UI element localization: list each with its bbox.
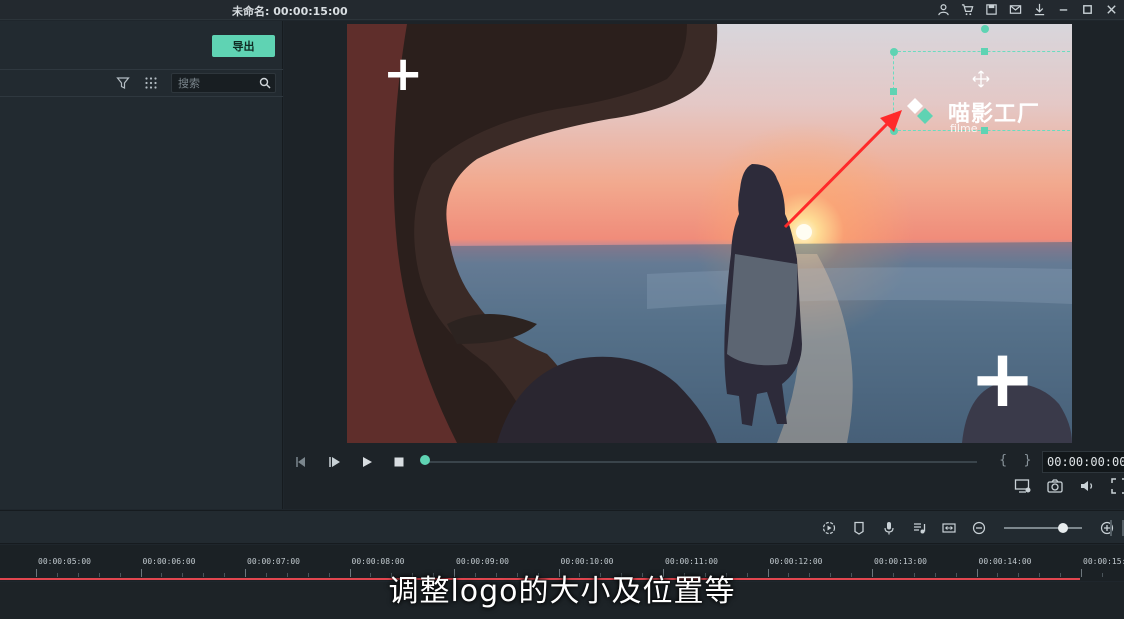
timeline-toolbar — [0, 510, 1124, 544]
logo-selection-box[interactable]: 喵影工厂 filme — [890, 25, 1072, 135]
zoom-slider[interactable] — [1004, 523, 1082, 533]
timeline-tools — [820, 519, 1116, 537]
resize-handle-top-left[interactable] — [890, 48, 898, 56]
preview-panel: + + 喵影工厂 filme {} 00:00:00:00 — [284, 21, 1124, 509]
editor-window: 未命名: 00:00:15:00 导出 搜索 + + 喵影工厂 filme {… — [0, 0, 1124, 619]
play-frame-icon[interactable] — [325, 453, 343, 471]
microphone-icon[interactable] — [880, 519, 898, 537]
filme-logo-icon — [907, 98, 933, 124]
minimize-icon[interactable] — [1056, 2, 1070, 16]
ruler-tick-label: 00:00:05:00 — [38, 557, 91, 566]
logo-subtext: filme — [950, 122, 978, 135]
filter-icon[interactable] — [116, 76, 130, 90]
resize-handle-bottom[interactable] — [981, 127, 988, 134]
play-icon[interactable] — [358, 453, 376, 471]
save-icon[interactable] — [984, 2, 998, 16]
title-bar-icons — [936, 2, 1118, 16]
zoom-out-icon[interactable] — [970, 519, 988, 537]
grid-view-icon[interactable] — [144, 76, 158, 90]
fit-timeline-icon[interactable] — [940, 519, 958, 537]
playback-scrubber[interactable] — [420, 455, 430, 465]
marker-icon[interactable] — [850, 519, 868, 537]
rotate-handle[interactable] — [981, 25, 989, 33]
previous-frame-icon[interactable] — [292, 453, 310, 471]
download-icon[interactable] — [1032, 2, 1046, 16]
video-subtitle: 调整logo的大小及位置等 — [388, 574, 736, 609]
timeline-panel-handle[interactable] — [1110, 520, 1124, 536]
in-out-markers[interactable]: { } — [999, 453, 1038, 468]
search-icon[interactable] — [259, 77, 271, 89]
search-box — [171, 73, 276, 93]
crosshair-marker: + — [383, 46, 424, 102]
export-button[interactable]: 导出 — [212, 35, 275, 57]
title-bar: 未命名: 00:00:15:00 — [0, 0, 1124, 20]
media-panel: 导出 — [0, 21, 283, 509]
ruler-tick-label: 00:00:13:00 — [874, 557, 927, 566]
ruler-tick-label: 00:00:08:00 — [351, 557, 405, 566]
ruler-tick-label: 00:00:10:00 — [560, 557, 614, 566]
ruler-tick-label: 00:00:15:00 — [1083, 557, 1124, 566]
timecode-display: 00:00:00:00 — [1042, 451, 1124, 473]
zoom-slider-thumb[interactable] — [1058, 523, 1068, 533]
preview-tools — [1014, 477, 1124, 495]
divider — [0, 69, 283, 70]
stop-icon[interactable] — [390, 453, 408, 471]
resize-handle-top[interactable] — [981, 48, 988, 55]
render-preview-icon[interactable] — [820, 519, 838, 537]
mail-icon[interactable] — [1008, 2, 1022, 16]
resize-handle-left[interactable] — [890, 88, 897, 95]
video-preview[interactable]: + + 喵影工厂 filme — [347, 24, 1072, 443]
ruler-tick-label: 00:00:14:00 — [978, 557, 1032, 566]
resize-handle-bottom-left[interactable] — [890, 127, 898, 135]
ruler-tick-label: 00:00:11:00 — [665, 557, 718, 566]
camera-icon[interactable] — [1046, 477, 1064, 495]
close-icon[interactable] — [1104, 2, 1118, 16]
volume-icon[interactable] — [1078, 477, 1096, 495]
fullscreen-icon[interactable] — [1110, 477, 1124, 495]
crosshair-marker: + — [969, 332, 1037, 425]
playback-progress-track[interactable] — [427, 461, 977, 463]
ruler-tick-label: 00:00:09:00 — [456, 557, 509, 566]
ruler-tick-label: 00:00:06:00 — [142, 557, 196, 566]
search-input[interactable] — [178, 76, 258, 90]
user-icon[interactable] — [936, 2, 950, 16]
cart-icon[interactable] — [960, 2, 974, 16]
display-settings-icon[interactable] — [1014, 477, 1032, 495]
maximize-icon[interactable] — [1080, 2, 1094, 16]
window-title: 未命名: 00:00:15:00 — [232, 5, 348, 18]
playback-controls: { } 00:00:00:00 — [284, 449, 1124, 475]
audio-mixer-icon[interactable] — [910, 519, 928, 537]
ruler-tick-label: 00:00:12:00 — [769, 557, 823, 566]
move-icon[interactable] — [972, 70, 990, 88]
ruler-tick-label: 00:00:07:00 — [247, 557, 300, 566]
divider — [0, 96, 283, 97]
